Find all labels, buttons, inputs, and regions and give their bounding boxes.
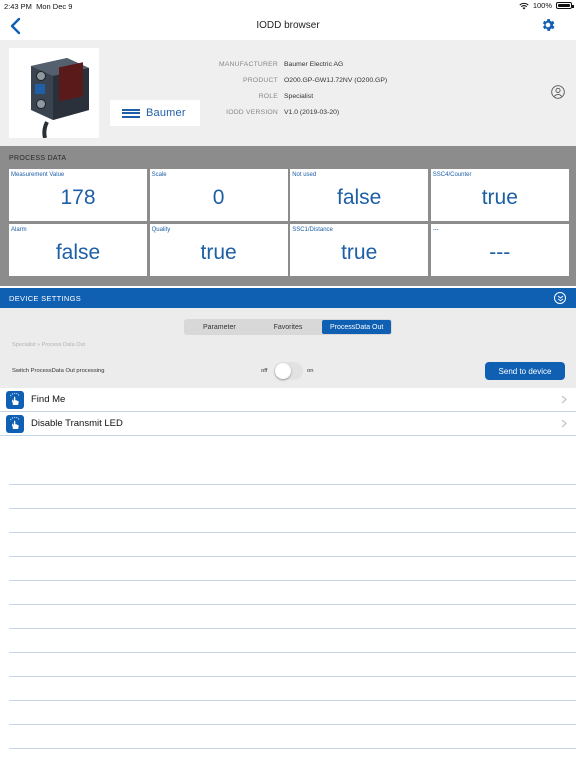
process-data-panel: PROCESS DATA Measurement Value 178 Scale 0… [0,146,576,286]
pd-value: 178 [60,186,96,209]
product-label: PRODUCT [242,76,278,84]
nav-bar: IODD browser [0,12,576,40]
status-right: 100% [519,1,574,10]
pd-label: --- [432,227,439,233]
status-bar: 2:43 PM Mon Dec 9 100% [0,0,576,12]
product-value: O200.GP-GW1J.72NV (O200.GP) [284,76,388,84]
tab-processdata-out[interactable]: ProcessData Out [322,320,392,334]
tab-favorites[interactable]: Favorites [254,320,323,334]
empty-list-area [9,461,576,749]
list-divider [9,485,576,509]
status-time-date: 2:43 PM Mon Dec 9 [4,2,72,11]
pd-label: SSC1/Distance [292,227,333,233]
action-find-me[interactable]: Find Me [0,388,576,412]
pd-cell-ssc4-counter: SSC4/Counter true [430,169,569,221]
pd-cell-measurement-value: Measurement Value 178 [9,169,147,221]
chevron-right-icon [561,419,567,428]
pd-label: Not used [292,172,317,178]
hand-tap-icon [6,391,24,409]
list-divider [9,557,576,581]
brand-logo: Baumer [110,100,200,126]
role-label: ROLE [258,92,278,100]
settings-area: Parameter Favorites ProcessData Out Spec… [0,308,576,388]
list-divider [9,605,576,629]
pd-value: --- [489,241,511,264]
gear-icon[interactable] [540,17,556,33]
list-divider [9,677,576,701]
processdata-out-toggle[interactable] [274,362,303,380]
pd-value: 0 [212,186,225,209]
list-divider [9,461,576,485]
process-data-grid: Measurement Value 178 Scale 0 Not used fals… [9,169,569,276]
hand-tap-icon [6,415,24,433]
list-divider [9,581,576,605]
pd-label: Scale [151,172,167,178]
switch-label: Switch ProcessData Out processing [12,368,105,374]
status-time: 2:43 PM [4,2,32,11]
pd-value: true [341,241,378,264]
pd-cell-alarm: Alarm false [9,224,147,276]
info-row-product: PRODUCT O200.GP-GW1J.72NV (O200.GP) [210,72,387,88]
logo-bars [122,108,140,118]
iodd-version-label: IODD VERSION [226,108,278,116]
pd-label: SSC4/Counter [432,172,472,178]
list-divider [9,725,576,749]
process-data-title: PROCESS DATA [9,155,67,162]
device-settings-header: DEVICE SETTINGS [0,288,576,308]
pd-cell-unused: --- --- [430,224,569,276]
device-image [9,48,99,139]
toggle-knob [275,363,291,379]
battery-icon [556,2,574,9]
info-row-manufacturer: MANUFACTURER Baumer Electric AG [210,56,387,72]
iodd-version-value: V1.0 (2019-03-20) [284,108,340,116]
send-to-device-button[interactable]: Send to device [485,362,565,380]
device-info: MANUFACTURER Baumer Electric AG PRODUCT … [210,56,387,120]
breadcrumb: Specialist » Process Data Out [12,342,86,348]
chevron-right-icon [561,395,567,404]
wifi-icon [519,2,529,9]
info-row-iodd-version: IODD VERSION V1.0 (2019-03-20) [210,104,387,120]
pd-value: false [337,186,382,209]
action-label: Find Me [31,394,66,405]
brand-name: Baumer [146,107,186,119]
settings-tabs: Parameter Favorites ProcessData Out [184,319,392,335]
toggle-off-label: off [261,368,268,374]
collapse-button[interactable] [554,292,566,304]
tab-parameter[interactable]: Parameter [185,320,254,334]
pd-cell-ssc1-distance: SSC1/Distance true [290,224,429,276]
manufacturer-label: MANUFACTURER [218,60,278,68]
pd-cell-quality: Quality true [149,224,288,276]
role-value: Specialist [284,92,314,100]
user-icon[interactable] [551,85,565,99]
action-label: Disable Transmit LED [31,418,123,429]
list-divider [9,509,576,533]
status-date: Mon Dec 9 [36,2,73,11]
pd-label: Measurement Value [11,172,65,178]
pd-value: true [200,241,237,264]
list-divider [9,533,576,557]
list-divider [9,653,576,677]
pd-value: true [481,186,518,209]
pd-label: Quality [151,227,171,233]
battery-percent: 100% [532,1,552,10]
pd-cell-not-used: Not used false [290,169,429,221]
pd-value: false [55,241,101,264]
pd-cell-scale: Scale 0 [149,169,288,221]
page-title: IODD browser [256,20,320,31]
action-disable-transmit-led[interactable]: Disable Transmit LED [0,412,576,436]
pd-label: Alarm [11,227,27,233]
double-chevron-icon [557,295,563,301]
device-settings-title: DEVICE SETTINGS [9,294,82,303]
device-header: Baumer MANUFACTURER Baumer Electric AG P… [0,40,576,146]
manufacturer-value: Baumer Electric AG [284,60,344,68]
list-divider [9,629,576,653]
toggle-on-label: on [307,368,314,374]
info-row-role: ROLE Specialist [210,88,387,104]
action-list: Find Me Disable Transmit LED [0,388,576,436]
list-divider [9,701,576,725]
